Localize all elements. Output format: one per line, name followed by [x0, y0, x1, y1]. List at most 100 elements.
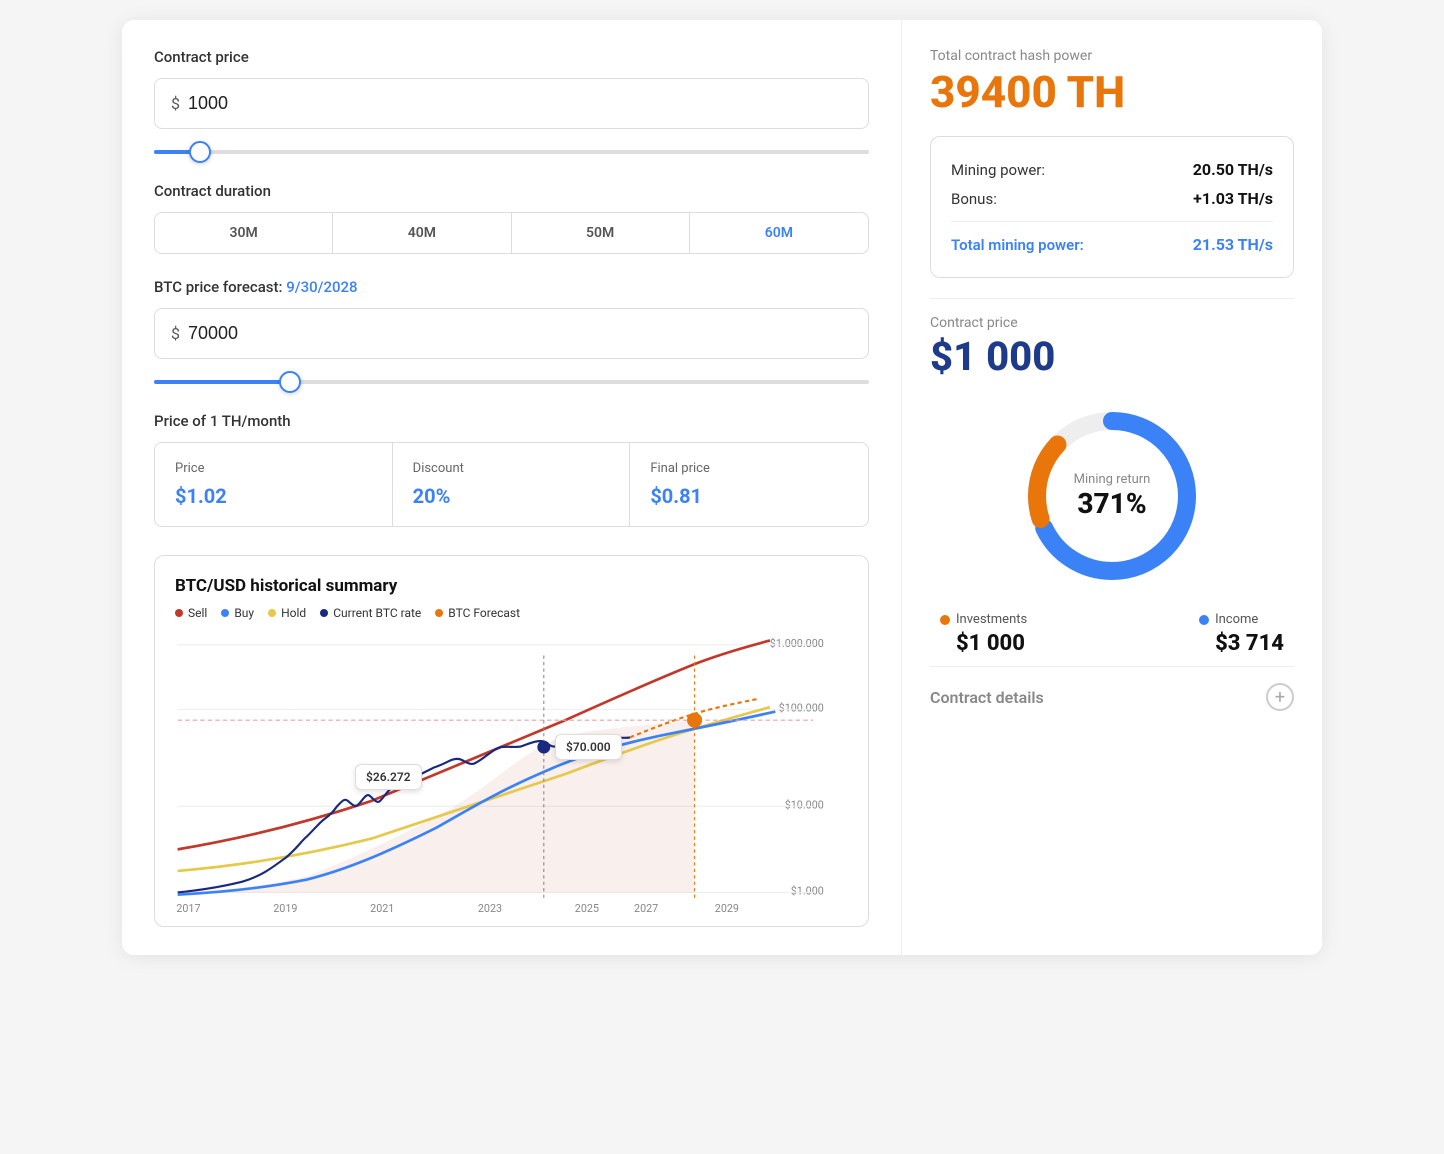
investments-label-row: Investments — [940, 612, 1027, 627]
mining-power-label: Mining power: — [951, 161, 1045, 179]
tab-60m[interactable]: 60M — [690, 213, 868, 253]
mining-power-row: Mining power: 20.50 TH/s — [951, 155, 1273, 184]
legend-hold-label: Hold — [281, 606, 306, 620]
income-label: Income — [1215, 612, 1258, 627]
btc-currency-symbol: $ — [171, 324, 180, 343]
price-cell: Price $1.02 — [155, 443, 393, 526]
investments-label: Investments — [956, 612, 1027, 627]
hash-power-section: Total contract hash power 39400 TH — [930, 48, 1294, 116]
tab-50m[interactable]: 50M — [512, 213, 690, 253]
contract-details-expand-icon[interactable]: + — [1266, 683, 1294, 711]
hash-power-subtitle: Total contract hash power — [930, 48, 1294, 64]
btc-price-input[interactable] — [188, 323, 852, 344]
legend-hold: Hold — [268, 606, 306, 620]
current-btc-dot — [537, 741, 550, 754]
contract-price-label: Contract price — [154, 48, 869, 66]
contract-price-right-section: Contract price $1 000 — [930, 315, 1294, 380]
legend-current-btc-dot — [320, 609, 328, 617]
svg-text:2023: 2023 — [478, 902, 502, 914]
legend-sell: Sell — [175, 606, 207, 620]
svg-text:2025: 2025 — [575, 902, 599, 914]
svg-text:$100.000: $100.000 — [779, 702, 824, 715]
total-mining-label: Total mining power: — [951, 236, 1084, 254]
total-mining-row: Total mining power: 21.53 TH/s — [951, 230, 1273, 259]
bonus-value: +1.03 TH/s — [1193, 189, 1273, 208]
svg-text:2019: 2019 — [273, 902, 297, 914]
price-table: Price $1.02 Discount 20% Final price $0.… — [154, 442, 869, 527]
investment-row: Investments $1 000 Income $3 714 — [930, 612, 1294, 656]
contract-price-input[interactable] — [188, 93, 852, 114]
chart-wrapper: $1.000.000 $100.000 $10.000 $1.000 — [175, 634, 848, 914]
legend-buy: Buy — [221, 606, 254, 620]
chart-svg: $1.000.000 $100.000 $10.000 $1.000 — [175, 634, 848, 914]
legend-sell-dot — [175, 609, 183, 617]
tab-30m[interactable]: 30M — [155, 213, 333, 253]
legend-buy-dot — [221, 609, 229, 617]
chart-section: BTC/USD historical summary Sell Buy Hold… — [154, 555, 869, 927]
donut-center-label: Mining return — [1074, 472, 1151, 487]
bonus-label: Bonus: — [951, 190, 997, 208]
final-price-value: $0.81 — [650, 484, 848, 508]
forecast-btc-dot — [687, 713, 702, 728]
price-label: Price — [175, 461, 372, 476]
legend-btc-forecast: BTC Forecast — [435, 606, 520, 620]
btc-price-slider-container — [154, 369, 869, 388]
currency-symbol: $ — [171, 94, 180, 113]
legend-buy-label: Buy — [234, 606, 254, 620]
legend-btc-forecast-label: BTC Forecast — [448, 606, 520, 620]
svg-text:$1.000.000: $1.000.000 — [770, 637, 824, 650]
investments-dot — [940, 615, 950, 625]
investments-item: Investments $1 000 — [940, 612, 1027, 656]
legend-current-btc-label: Current BTC rate — [333, 606, 421, 620]
discount-value: 20% — [413, 484, 610, 508]
btc-price-input-box: $ — [154, 308, 869, 359]
svg-text:2017: 2017 — [176, 902, 200, 914]
contract-price-right-value: $1 000 — [930, 333, 1294, 380]
svg-text:2021: 2021 — [370, 902, 394, 914]
svg-text:2029: 2029 — [715, 902, 739, 914]
divider — [951, 221, 1273, 222]
contract-price-slider[interactable] — [154, 150, 869, 154]
legend-current-btc: Current BTC rate — [320, 606, 421, 620]
income-dot — [1199, 615, 1209, 625]
donut-center-value: 371% — [1077, 487, 1146, 520]
contract-details-row: Contract details + — [930, 666, 1294, 715]
income-value: $3 714 — [1199, 631, 1284, 656]
contract-price-input-box: $ — [154, 78, 869, 129]
investments-value: $1 000 — [940, 631, 1027, 656]
income-label-row: Income — [1199, 612, 1284, 627]
btc-forecast-date-link[interactable]: 9/30/2028 — [286, 278, 357, 296]
btc-forecast-label: BTC price forecast: 9/30/2028 — [154, 278, 869, 296]
th-price-label: Price of 1 TH/month — [154, 412, 869, 430]
section-divider — [930, 298, 1294, 299]
hash-power-value: 39400 TH — [930, 68, 1294, 116]
donut-center: Mining return 371% — [1074, 472, 1151, 520]
legend-hold-dot — [268, 609, 276, 617]
svg-text:2027: 2027 — [634, 902, 658, 914]
legend-btc-forecast-dot — [435, 609, 443, 617]
svg-text:$1.000: $1.000 — [791, 885, 824, 898]
duration-tabs: 30M 40M 50M 60M — [154, 212, 869, 254]
bonus-row: Bonus: +1.03 TH/s — [951, 184, 1273, 213]
svg-text:$10.000: $10.000 — [785, 798, 824, 811]
contract-price-slider-container — [154, 139, 869, 158]
contract-details-label: Contract details — [930, 688, 1044, 707]
income-item: Income $3 714 — [1199, 612, 1284, 656]
legend-sell-label: Sell — [188, 606, 207, 620]
tab-40m[interactable]: 40M — [333, 213, 511, 253]
discount-cell: Discount 20% — [393, 443, 631, 526]
total-mining-value: 21.53 TH/s — [1193, 235, 1273, 254]
final-price-label: Final price — [650, 461, 848, 476]
chart-title: BTC/USD historical summary — [175, 576, 848, 596]
btc-price-slider[interactable] — [154, 380, 869, 384]
chart-legend: Sell Buy Hold Current BTC rate BTC Forec… — [175, 606, 848, 620]
mining-power-card: Mining power: 20.50 TH/s Bonus: +1.03 TH… — [930, 136, 1294, 278]
discount-label: Discount — [413, 461, 610, 476]
contract-price-right-label: Contract price — [930, 315, 1294, 331]
final-price-cell: Final price $0.81 — [630, 443, 868, 526]
mining-power-value: 20.50 TH/s — [1193, 160, 1273, 179]
donut-section: Mining return 371% Investments $1 000 In… — [930, 396, 1294, 656]
contract-duration-label: Contract duration — [154, 182, 869, 200]
price-value: $1.02 — [175, 484, 372, 508]
donut-wrapper: Mining return 371% — [1012, 396, 1212, 596]
